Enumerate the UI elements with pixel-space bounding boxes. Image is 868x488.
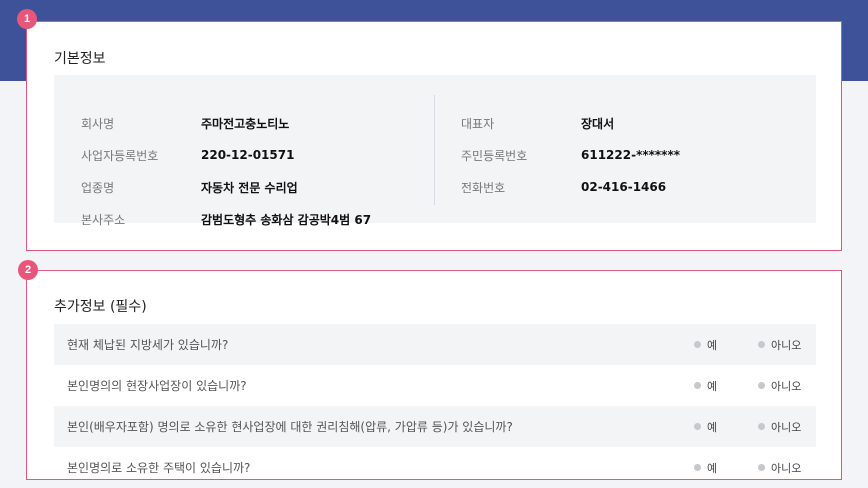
- business-number-label: 사업자등록번호: [81, 148, 159, 163]
- step-badge-1: 1: [17, 9, 37, 29]
- yes-label: 예: [707, 379, 718, 393]
- question-list: 현재 체납된 지방세가 있습니까? 예 아니오 본인명의의 현장사업장이 있습니…: [54, 324, 816, 488]
- question-text: 본인명의로 소유한 주택이 있습니까?: [67, 461, 251, 475]
- basic-info-title: 기본정보: [54, 51, 106, 67]
- question-text: 현재 체납된 지방세가 있습니까?: [67, 338, 229, 352]
- radio-dot-icon: [758, 464, 765, 471]
- yes-radio[interactable]: 예: [694, 337, 717, 353]
- additional-info-title: 추가정보 (필수): [54, 299, 147, 315]
- yes-radio[interactable]: 예: [694, 378, 717, 394]
- radio-dot-icon: [694, 382, 701, 389]
- radio-dot-icon: [694, 464, 701, 471]
- radio-dot-icon: [758, 382, 765, 389]
- resident-number-value: 611222-*******: [581, 148, 681, 162]
- phone-value: 02-416-1466: [581, 180, 667, 194]
- question-row: 본인명의로 소유한 주택이 있습니까? 예 아니오: [54, 447, 816, 488]
- no-radio[interactable]: 아니오: [758, 337, 801, 353]
- no-radio[interactable]: 아니오: [758, 419, 801, 435]
- question-text: 본인명의의 현장사업장이 있습니까?: [67, 379, 247, 393]
- hq-address-value: 감범도형추 송화삼 감공박4범 67: [201, 212, 372, 227]
- yes-radio[interactable]: 예: [694, 460, 717, 476]
- step-badge-2: 2: [18, 260, 38, 280]
- question-text: 본인(배우자포함) 명의로 소유한 현사업장에 대한 권리침해(압류, 가압류 …: [67, 420, 513, 434]
- additional-info-card: 추가정보 (필수) 현재 체납된 지방세가 있습니까? 예 아니오 본인명의의 …: [26, 270, 842, 480]
- no-label: 아니오: [771, 338, 802, 352]
- representative-value: 장대서: [581, 116, 615, 131]
- company-name-value: 주마전고충노티노: [201, 116, 290, 131]
- basic-info-panel: 회사명 주마전고충노티노 사업자등록번호 220-12-01571 업종명 자동…: [54, 75, 816, 227]
- radio-dot-icon: [758, 341, 765, 348]
- radio-dot-icon: [694, 341, 701, 348]
- industry-value: 자동차 전문 수리업: [201, 180, 298, 195]
- no-label: 아니오: [771, 461, 802, 475]
- representative-label: 대표자: [461, 116, 495, 131]
- basic-info-card: 기본정보 회사명 주마전고충노티노 사업자등록번호 220-12-01571 업…: [26, 21, 842, 251]
- industry-label: 업종명: [81, 180, 115, 195]
- no-label: 아니오: [771, 420, 802, 434]
- yes-label: 예: [707, 461, 718, 475]
- radio-dot-icon: [758, 423, 765, 430]
- company-name-label: 회사명: [81, 116, 115, 131]
- question-row: 본인(배우자포함) 명의로 소유한 현사업장에 대한 권리침해(압류, 가압류 …: [54, 406, 816, 447]
- hq-address-label: 본사주소: [81, 212, 126, 227]
- yes-label: 예: [707, 338, 718, 352]
- yes-radio[interactable]: 예: [694, 419, 717, 435]
- question-row: 본인명의의 현장사업장이 있습니까? 예 아니오: [54, 365, 816, 406]
- no-radio[interactable]: 아니오: [758, 460, 801, 476]
- question-row: 현재 체납된 지방세가 있습니까? 예 아니오: [54, 324, 816, 365]
- column-divider: [434, 95, 435, 205]
- phone-label: 전화번호: [461, 180, 506, 195]
- resident-number-label: 주민등록번호: [461, 148, 528, 163]
- business-number-value: 220-12-01571: [201, 148, 295, 162]
- no-label: 아니오: [771, 379, 802, 393]
- yes-label: 예: [707, 420, 718, 434]
- no-radio[interactable]: 아니오: [758, 378, 801, 394]
- radio-dot-icon: [694, 423, 701, 430]
